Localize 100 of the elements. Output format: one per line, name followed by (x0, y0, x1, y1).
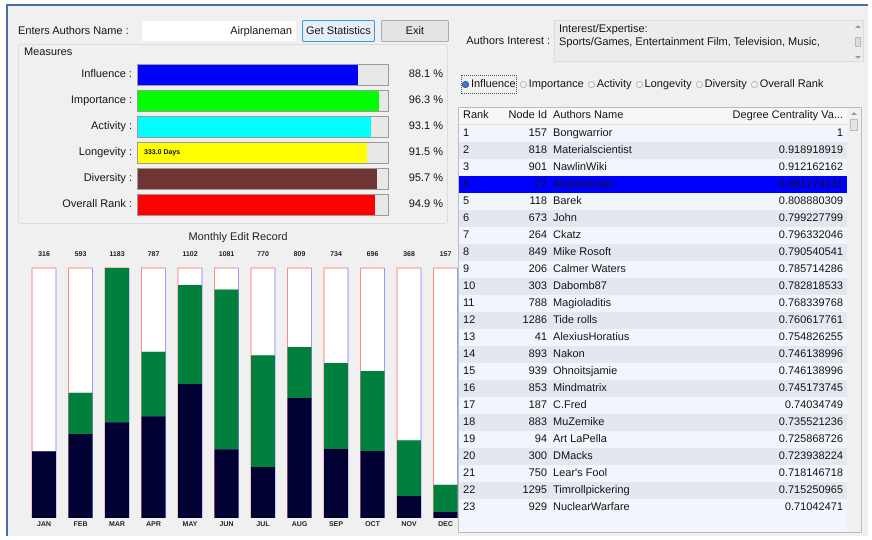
table-cell-text: 750 (528, 466, 547, 481)
table-cell-text: Art LaPella (552, 432, 608, 447)
table-cell-text: Tide rolls (552, 312, 598, 328)
table-cell-text: 2 (462, 142, 470, 158)
interest-label: Authors Interest : (465, 34, 550, 49)
table-cell-text: 0.746138996 (778, 346, 844, 362)
table-cell-text: 10 (462, 278, 476, 294)
table-cell-text: 0.912162162 (778, 160, 844, 175)
table-cell-text: 0.725868726 (778, 432, 844, 447)
table-cell-text: 27 (534, 176, 547, 192)
table-cell-text: 0.881274131 (778, 176, 844, 192)
rank-radio[interactable]: Influence (462, 76, 516, 92)
measure-percent: 91.5 % (408, 145, 443, 160)
table-cell-text: Barek (552, 194, 583, 209)
table-cell-text: 206 (528, 262, 547, 277)
table-cell-text: 1 (836, 126, 844, 141)
table-cell-text: 7 (462, 228, 470, 243)
chart-title: Monthly Edit Record (188, 230, 288, 242)
table-cell-text: 23 (462, 500, 476, 515)
measure-label: Importance : (70, 93, 133, 108)
exit-button[interactable]: Exit (380, 20, 449, 42)
table-row[interactable]: 10 303 Dabomb87 0.782818533 (459, 278, 847, 294)
table-cell-text: 818 (528, 142, 547, 158)
measure-label: Diversity : (82, 171, 133, 186)
author-name-field[interactable]: Airplaneman (142, 21, 296, 41)
table-cell-text: 0.715250965 (778, 482, 844, 498)
table-cell-text: Mindmatrix (552, 380, 608, 396)
table-cell-text: Dabomb87 (552, 278, 608, 294)
table-cell-text: 0.785714286 (778, 262, 844, 277)
table-cell-text: Materialscientist (552, 142, 633, 158)
measure-percent: 95.7 % (408, 171, 443, 186)
rank-radio[interactable]: Importance (520, 76, 584, 92)
table-row[interactable]: 22 1295 Timrollpickering 0.715250965 (459, 482, 847, 498)
table-cell-text: 0.754826255 (778, 330, 844, 345)
table-cell-text: 0.782818533 (778, 278, 844, 294)
table-cell-text: 0.735521236 (778, 414, 844, 430)
table-row[interactable]: 20 300 DMacks 0.723938224 (459, 448, 847, 464)
table-cell-text: 6 (462, 210, 470, 226)
get-statistics-button[interactable]: Get Statistics (302, 20, 375, 42)
table-cell-text: 41 (534, 330, 547, 345)
table-cell-text: 0.796332046 (778, 228, 844, 243)
table-cell-text: 0.808880309 (778, 194, 844, 209)
interest-text: Interest/Expertise: (559, 23, 649, 36)
table-cell-text: John (552, 210, 578, 226)
table-cell-text: 264 (528, 228, 547, 243)
table-cell-text: 303 (528, 278, 547, 294)
table-row[interactable]: 12 1286 Tide rolls 0.760617761 (459, 312, 847, 328)
table-cell-text: NawlinWiki (552, 160, 608, 175)
rank-radio[interactable]: Overall Rank (750, 76, 824, 92)
table-cell-text: 22 (462, 482, 476, 498)
table-row[interactable]: 11 788 Magioladitis 0.768339768 (459, 294, 847, 312)
table-row[interactable]: 1 157 Bongwarrior 1 (459, 124, 847, 142)
interest-text-area[interactable]: Interest/Expertise: Sports/Games, Entertainment Film, Television, Music, (554, 20, 864, 62)
table-cell-text: Bongwarrior (552, 126, 614, 141)
table-cell-text: 0.746138996 (778, 364, 844, 379)
table-cell-text: Nakon (552, 346, 586, 362)
column-header[interactable]: Authors Name (547, 108, 697, 124)
table-cell-text: 0.71042471 (784, 500, 844, 515)
group-title: Measures (24, 45, 72, 60)
table-row[interactable]: 15 939 Ohnoitsjamie 0.746138996 (459, 362, 847, 380)
table-row[interactable]: 2 818 Materialscientist 0.918918919 (459, 142, 847, 158)
rank-radio[interactable]: Activity (588, 76, 632, 92)
table-row[interactable]: 8 849 Mike Rosoft 0.790540541 (459, 244, 847, 260)
measure-percent: 94.9 % (408, 197, 443, 212)
table-cell-text: 0.790540541 (778, 244, 844, 260)
column-header[interactable]: Degree Centrality Va... (697, 108, 847, 124)
table-cell-text: 300 (528, 448, 547, 464)
table-cell-text: 13 (462, 330, 476, 345)
rank-radio[interactable]: Longevity (636, 76, 692, 92)
table-row[interactable]: 6 673 John 0.799227799 (459, 210, 847, 226)
bar-segment (324, 448, 348, 518)
table-cell-text: Lear's Fool (552, 466, 608, 481)
table-cell-text: 9 (462, 262, 470, 277)
table-row[interactable]: 18 883 MuZemike 0.735521236 (459, 414, 847, 430)
table-cell-text: AlexiusHoratius (552, 330, 630, 345)
table-cell-text: 853 (528, 380, 547, 396)
column-header[interactable]: Node Id (501, 108, 547, 124)
measure-percent: 93.1 % (408, 119, 443, 134)
field-label: Enters Authors Name : (18, 24, 130, 39)
table-cell-text: 0.799227799 (778, 210, 844, 226)
column-header[interactable]: Rank (459, 108, 501, 124)
table-cell-text: 15 (462, 364, 476, 379)
table-cell-text: Magioladitis (552, 296, 612, 311)
interest-text: Sports/Games, Entertainment Film, Television, Music, (559, 36, 821, 49)
measure-percent: 88.1 % (408, 67, 443, 82)
table-cell-text: DMacks (552, 448, 594, 464)
table-cell-text: 0.74034749 (784, 398, 844, 413)
table-cell-text: 939 (528, 364, 547, 379)
measure-label: Longevity : (78, 145, 133, 160)
table-cell-text: 1 (462, 126, 470, 141)
table-row[interactable]: 16 853 Mindmatrix 0.745173745 (459, 380, 847, 396)
table-cell-text: Timrollpickering (552, 482, 631, 498)
table-cell-text: 157 (528, 126, 547, 141)
table-cell-text: 18 (462, 414, 476, 430)
bar-segment (32, 450, 56, 518)
table-row[interactable]: 14 893 Nakon 0.746138996 (459, 346, 847, 362)
rank-radio[interactable]: Diversity (696, 76, 747, 92)
table-cell-text: 187 (528, 398, 547, 413)
table-cell-text: 94 (534, 432, 547, 447)
table-cell-text: 883 (528, 414, 547, 430)
